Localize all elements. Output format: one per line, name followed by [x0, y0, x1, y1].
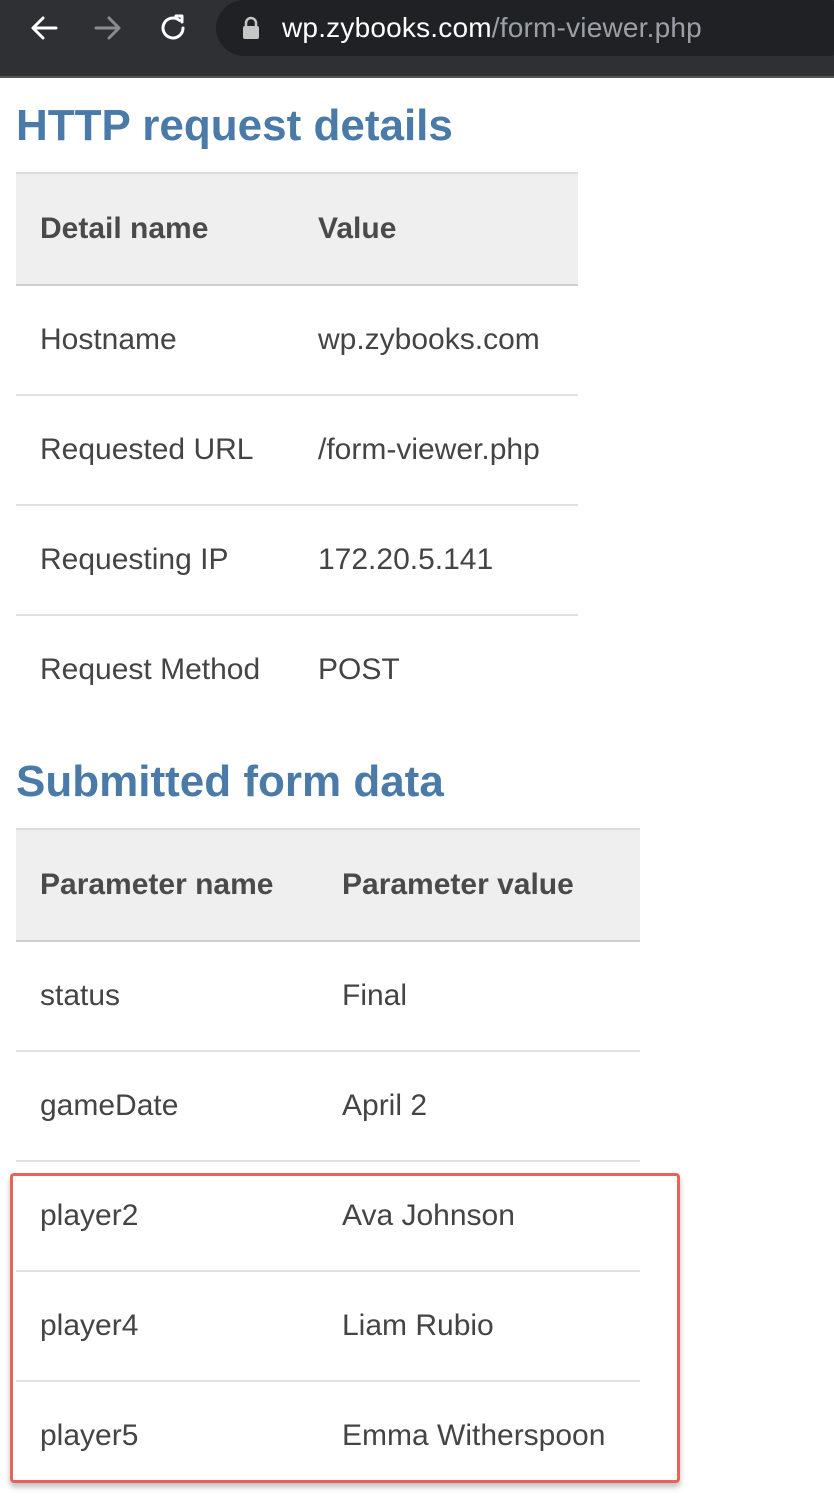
- browser-toolbar: wp.zybooks.com/form-viewer.php: [0, 0, 834, 78]
- reload-button[interactable]: [155, 10, 191, 46]
- column-header: Detail name: [16, 173, 294, 286]
- parameter-name-cell: player4: [16, 1271, 318, 1382]
- parameter-name-cell: gameDate: [16, 1051, 318, 1162]
- request-details-table: Detail name Value Hostname wp.zybooks.co…: [16, 172, 578, 724]
- table-row: player5 Emma Witherspoon: [16, 1381, 640, 1490]
- table-row: player2 Ava Johnson: [16, 1161, 640, 1272]
- parameter-value-cell: Liam Rubio: [318, 1271, 640, 1382]
- parameter-value-cell: Ava Johnson: [318, 1161, 640, 1272]
- table-row: Requested URL /form-viewer.php: [16, 395, 578, 506]
- detail-value-cell: 172.20.5.141: [294, 505, 578, 616]
- parameter-name-cell: player5: [40, 1419, 139, 1452]
- detail-name-cell: Hostname: [16, 285, 294, 396]
- forward-arrow-icon: [94, 16, 121, 40]
- table-header-row: Detail name Value: [16, 173, 578, 286]
- url-path: /form-viewer.php: [491, 12, 702, 43]
- lock-icon[interactable]: [242, 16, 260, 40]
- table-row: Requesting IP 172.20.5.141: [16, 505, 578, 616]
- detail-value-cell: POST: [318, 653, 400, 686]
- detail-value-cell: /form-viewer.php: [294, 395, 578, 506]
- parameter-value-cell: Emma Witherspoon: [342, 1419, 606, 1452]
- table-row: Request Method POST: [16, 615, 578, 724]
- detail-name-cell: Requesting IP: [16, 505, 294, 616]
- table-row: Hostname wp.zybooks.com: [16, 285, 578, 396]
- table-row: gameDate April 2: [16, 1051, 640, 1162]
- column-header: Parameter value: [318, 829, 640, 942]
- detail-name-cell: Request Method: [40, 653, 261, 686]
- column-header: Value: [294, 173, 578, 286]
- form-data-heading: Submitted form data: [16, 757, 444, 806]
- table-row: player4 Liam Rubio: [16, 1271, 640, 1382]
- table-header-row: Parameter name Parameter value: [16, 829, 640, 942]
- reload-icon: [161, 14, 185, 40]
- form-data-table: Parameter name Parameter value status Fi…: [16, 828, 640, 1490]
- url-text[interactable]: wp.zybooks.com/form-viewer.php: [282, 12, 702, 44]
- column-header: Parameter name: [16, 829, 318, 942]
- address-bar[interactable]: wp.zybooks.com/form-viewer.php: [216, 0, 834, 56]
- back-arrow-icon: [31, 16, 58, 40]
- detail-value-cell: wp.zybooks.com: [294, 285, 578, 396]
- table-row: status Final: [16, 941, 640, 1052]
- parameter-name-cell: status: [16, 941, 318, 1052]
- parameter-name-cell: player2: [16, 1161, 318, 1272]
- parameter-value-cell: April 2: [318, 1051, 640, 1162]
- detail-name-cell: Requested URL: [16, 395, 294, 506]
- back-button[interactable]: [26, 10, 62, 46]
- url-host: wp.zybooks.com: [282, 12, 492, 43]
- request-details-heading: HTTP request details: [16, 101, 453, 150]
- parameter-value-cell: Final: [318, 941, 640, 1052]
- forward-button[interactable]: [90, 10, 126, 46]
